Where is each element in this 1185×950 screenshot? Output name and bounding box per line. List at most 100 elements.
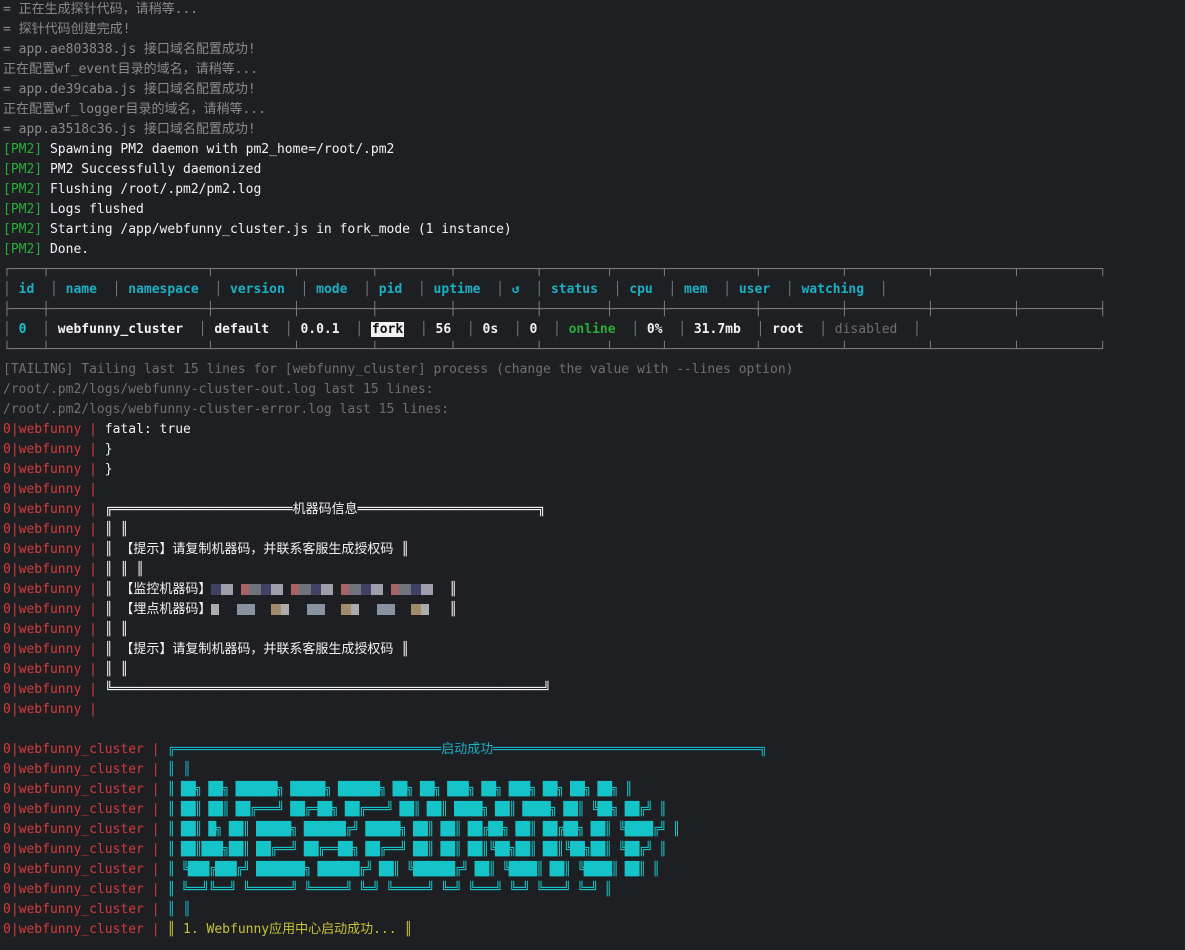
cell-pid: 56 <box>435 322 452 337</box>
log-prefix: 0|webfunny <box>3 442 82 457</box>
cluster-line: 0|webfunny_cluster | ║ ╚══╝╚══╝ ╚══════╝… <box>3 882 612 897</box>
pm2-text: PM2 Successfully daemonized <box>49 162 262 177</box>
banner-text: ║ ║ <box>167 762 191 777</box>
webfunny-line: 0|webfunny | ║ 【提示】请复制机器码，并联系客服生成授权码 ║ <box>3 542 410 557</box>
pm2-prefix: [PM2] <box>3 222 43 237</box>
log-text: ║ 【提示】请复制机器码，并联系客服生成授权码 ║ <box>104 542 410 557</box>
banner-art: ║ ╚███╔███╔╝ ███████╗ ██████╔╝ ██║ ╚████… <box>167 862 660 877</box>
log-prefix: 0|webfunny <box>3 682 82 697</box>
setup-log: = 正在生成探针代码，请稍等... = 探针代码创建完成! = app.ae80… <box>0 0 1185 140</box>
pm2-line: [PM2] Flushing /root/.pm2/pm2.log <box>0 180 1185 200</box>
log-text: } <box>104 442 113 457</box>
webfunny-line: 0|webfunny | fatal: true <box>3 422 191 437</box>
col-restart: ↺ <box>511 282 520 297</box>
webfunny-line: 0|webfunny | ║ 【埋点机器码】 ║ <box>3 602 458 617</box>
tailing-line: [TAILING] Tailing last 15 lines for [web… <box>3 362 794 377</box>
banner-text: ║ ║ <box>167 902 191 917</box>
col-name: name <box>65 282 97 297</box>
banner-art: ║ ██║ █╗ ██║ █████╗ ██████╔╝ █████╗ ██║ … <box>167 822 680 837</box>
cell-mem: 31.7mb <box>693 322 741 337</box>
log-text: ║ 【埋点机器码】 <box>104 602 212 617</box>
webfunny-line: 0|webfunny | ║ ║ <box>3 662 129 677</box>
log-prefix: 0|webfunny_cluster <box>3 842 144 857</box>
cluster-log: 0|webfunny_cluster | ╔══════════════════… <box>0 740 1185 940</box>
cluster-line: 0|webfunny_cluster | ║ ║ <box>3 762 191 777</box>
table-row: │ 0 │ webfunny_cluster │ default │ 0.0.1… <box>3 322 921 337</box>
log-line: = 探针代码创建完成! <box>3 22 131 37</box>
col-version: version <box>230 282 285 297</box>
webfunny-log: 0|webfunny | fatal: true 0|webfunny | } … <box>0 420 1185 720</box>
cell-user: root <box>772 322 804 337</box>
pm2-prefix: [PM2] <box>3 242 43 257</box>
col-id: id <box>18 282 35 297</box>
log-prefix: 0|webfunny_cluster <box>3 762 144 777</box>
pm2-line: [PM2] Logs flushed <box>0 200 1185 220</box>
log-prefix: 0|webfunny <box>3 642 82 657</box>
table-border-top: ┌────┬────────────────────┬──────────┬──… <box>3 262 1107 277</box>
log-prefix: 0|webfunny <box>3 602 82 617</box>
pm2-text: Spawning PM2 daemon with pm2_home=/root/… <box>49 142 395 157</box>
terminal-window[interactable]: = 正在生成探针代码，请稍等... = 探针代码创建完成! = app.ae80… <box>0 0 1185 950</box>
log-prefix: 0|webfunny <box>3 542 82 557</box>
table-border-bottom: └────┴────────────────────┴──────────┴──… <box>3 342 1107 357</box>
pm2-prefix: [PM2] <box>3 182 43 197</box>
log-text: ╔═══════════════════════机器码信息═══════════… <box>104 502 546 517</box>
log-prefix: 0|webfunny <box>3 662 82 677</box>
pm2-text: Flushing /root/.pm2/pm2.log <box>49 182 262 197</box>
pm2-line: [PM2] Starting /app/webfunny_cluster.js … <box>0 220 1185 240</box>
pm2-prefix: [PM2] <box>3 162 43 177</box>
log-prefix: 0|webfunny_cluster <box>3 862 144 877</box>
col-pid: pid <box>378 282 403 297</box>
col-mem: mem <box>684 282 708 297</box>
col-uptime: uptime <box>433 282 481 297</box>
cell-uptime: 0s <box>482 322 499 337</box>
log-prefix: 0|webfunny_cluster <box>3 822 144 837</box>
log-prefix: 0|webfunny <box>3 622 82 637</box>
cell-cpu: 0% <box>646 322 663 337</box>
log-prefix: 0|webfunny <box>3 422 82 437</box>
cluster-line: 0|webfunny_cluster | ║ ██║███╗██║ ██╔══╝… <box>3 842 667 857</box>
log-prefix: 0|webfunny <box>3 462 82 477</box>
pm2-log: [PM2] Spawning PM2 daemon with pm2_home=… <box>0 140 1185 260</box>
webfunny-line: 0|webfunny | ╔═══════════════════════机器码… <box>3 502 546 517</box>
log-line: = 正在生成探针代码，请稍等... <box>3 2 199 17</box>
log-text: ║ ║ <box>104 522 129 537</box>
banner-art: ║ ██╗ ██╗ ██████╗ █████╗ ██████╗ ██╗ ██╗… <box>167 782 632 797</box>
banner-art: ║ ╚══╝╚══╝ ╚══════╝ ╚═════╝ ╚═╝ ╚═════╝ … <box>167 882 612 897</box>
log-text: ║ ║ <box>104 622 129 637</box>
process-table: ┌────┬────────────────────┬──────────┬──… <box>0 260 1185 360</box>
cluster-line: 0|webfunny_cluster | ║ ██║ █╗ ██║ █████╗… <box>3 822 680 837</box>
log-prefix: 0|webfunny <box>3 482 82 497</box>
log-line: = app.ae803838.js 接口域名配置成功! <box>3 42 256 57</box>
cluster-line: 0|webfunny_cluster | ║ ██║ ██║ ██╔═══╝ █… <box>3 802 667 817</box>
log-prefix: 0|webfunny_cluster <box>3 882 144 897</box>
pm2-text: Done. <box>49 242 90 257</box>
log-line: = app.a3518c36.js 接口域名配置成功! <box>3 122 256 137</box>
webfunny-line: 0|webfunny | ║ ║ <box>3 622 129 637</box>
webfunny-line: 0|webfunny | } <box>3 462 113 477</box>
webfunny-line: 0|webfunny | ║ ║ ║ <box>3 562 144 577</box>
pm2-line: [PM2] Done. <box>0 240 1185 260</box>
webfunny-line: 0|webfunny | ╚══════════════════════════… <box>3 682 551 697</box>
redacted-machine-code <box>211 584 442 595</box>
cluster-line: 0|webfunny_cluster | ║ ╚███╔███╔╝ ██████… <box>3 862 660 877</box>
log-text: ║ 【提示】请复制机器码，并联系客服生成授权码 ║ <box>104 642 410 657</box>
log-line: 正在配置wf_logger目录的域名，请稍等... <box>3 102 266 117</box>
cluster-line: 0|webfunny_cluster | ║ ██╗ ██╗ ██████╗ █… <box>3 782 633 797</box>
pm2-line: [PM2] PM2 Successfully daemonized <box>0 160 1185 180</box>
webfunny-line: 0|webfunny | <box>3 702 105 717</box>
log-prefix: 0|webfunny_cluster <box>3 802 144 817</box>
startup-message: ║ 1. Webfunny应用中心启动成功... ║ <box>167 922 413 937</box>
cluster-line: 0|webfunny_cluster | ╔══════════════════… <box>3 742 768 757</box>
log-line: = app.de39caba.js 接口域名配置成功! <box>3 82 256 97</box>
cell-name: webfunny_cluster <box>57 322 184 337</box>
log-line: 正在配置wf_event目录的域名，请稍等... <box>3 62 259 77</box>
log-text: ║ ║ <box>104 662 129 677</box>
log-prefix: 0|webfunny <box>3 502 82 517</box>
pm2-text: Starting /app/webfunny_cluster.js in for… <box>49 222 512 237</box>
table-border-mid: ├────┼────────────────────┼──────────┼──… <box>3 302 1107 317</box>
log-prefix: 0|webfunny <box>3 522 82 537</box>
log-prefix: 0|webfunny <box>3 562 82 577</box>
banner-art: ║ ██║███╗██║ ██╔══╝ ██╔══██╗ ██╔══╝ ██║ … <box>167 842 666 857</box>
